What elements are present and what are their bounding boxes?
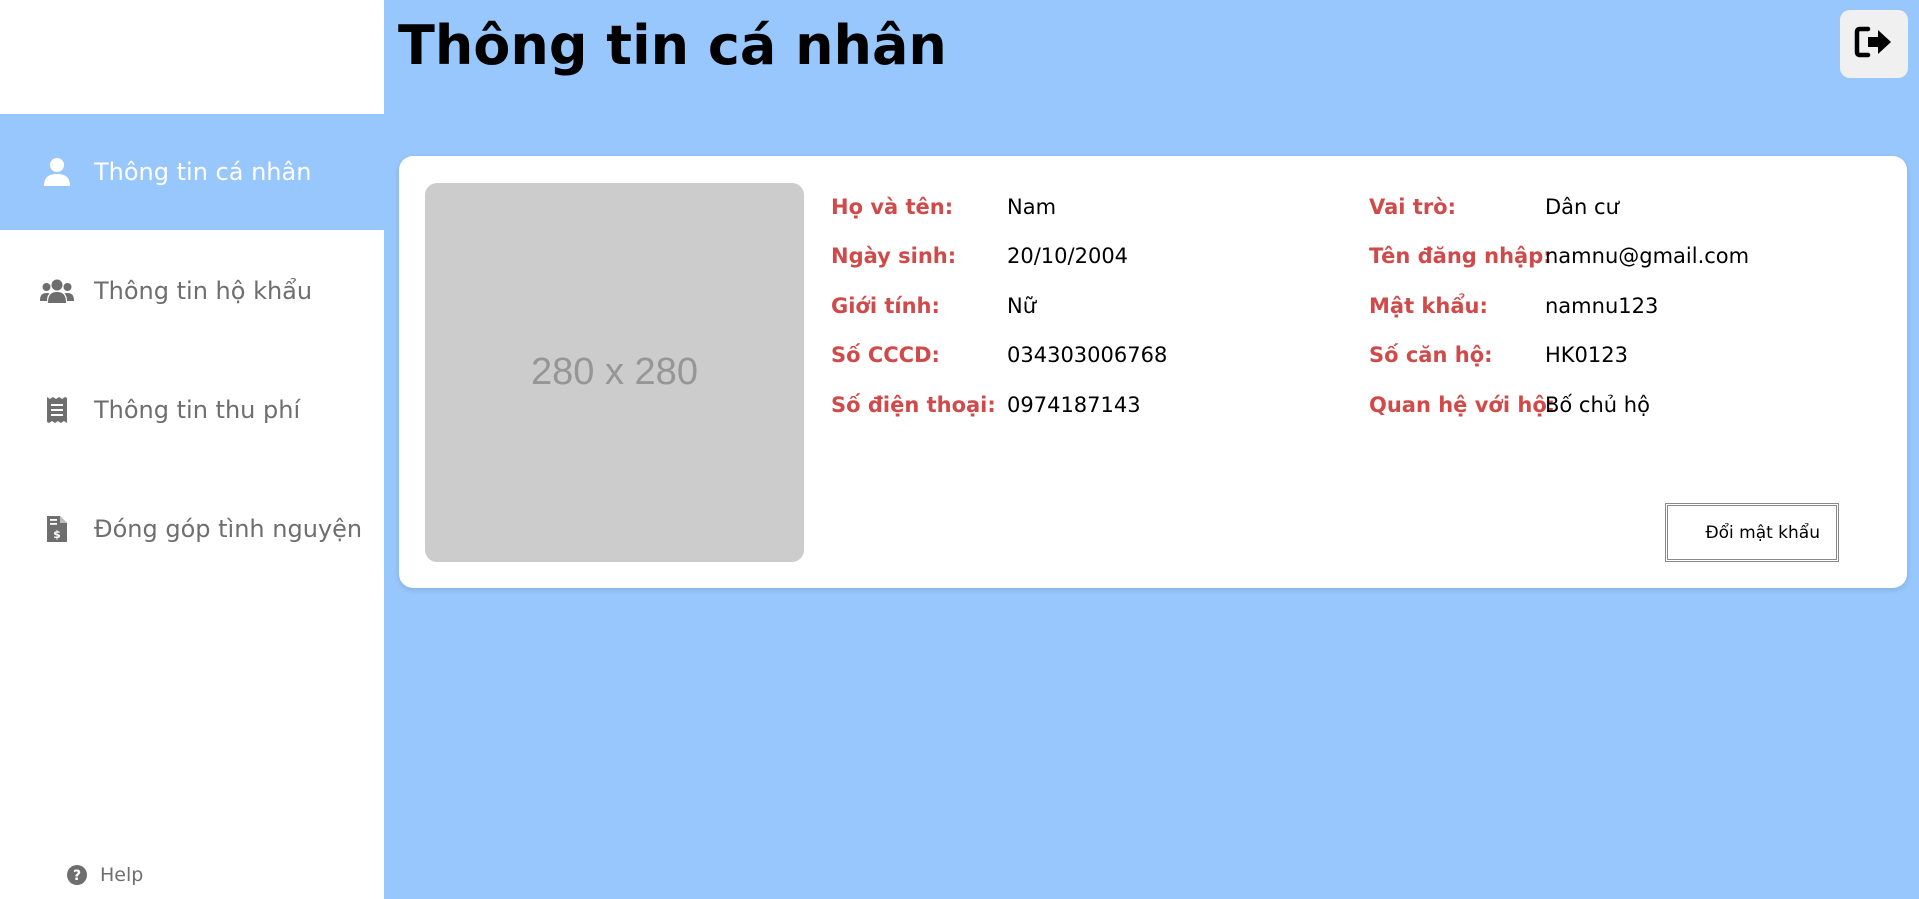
- field-value: namnu123: [1545, 293, 1659, 318]
- field-label: Ngày sinh:: [831, 244, 957, 269]
- field-label: Số CCCD:: [831, 343, 940, 368]
- info-row-full-name: Họ và tên: Nam: [831, 182, 1167, 232]
- info-row-phone: Số điện thoại: 0974187143: [831, 380, 1167, 430]
- info-row-username: Tên đăng nhập: namnu@gmail.com: [1369, 232, 1749, 282]
- logout-button[interactable]: [1840, 10, 1908, 78]
- field-label: Tên đăng nhập:: [1369, 244, 1552, 269]
- svg-text:?: ?: [73, 868, 81, 884]
- receipt-icon: [40, 393, 74, 427]
- field-value: 20/10/2004: [1007, 244, 1129, 269]
- sidebar-item-label: Đóng góp tình nguyện: [94, 515, 363, 543]
- field-value: Nữ: [1007, 293, 1037, 318]
- page-title: Thông tin cá nhân: [398, 14, 947, 77]
- field-label: Vai trò:: [1369, 194, 1457, 219]
- avatar-placeholder: 280 x 280: [425, 183, 804, 562]
- profile-card: 280 x 280 Họ và tên: Nam Ngày sinh: 20/1…: [399, 156, 1907, 588]
- sidebar-item-voluntary-contribution[interactable]: $ Đóng góp tình nguyện: [0, 471, 384, 587]
- field-value: Bố chủ hộ: [1545, 392, 1650, 417]
- svg-text:$: $: [53, 528, 61, 541]
- info-row-password: Mật khẩu: namnu123: [1369, 281, 1749, 331]
- help-link[interactable]: ? Help: [66, 864, 143, 886]
- info-row-id-number: Số CCCD: 034303006768: [831, 331, 1167, 381]
- user-icon: [40, 155, 74, 189]
- field-value: 034303006768: [1007, 343, 1168, 368]
- field-label: Số căn hộ:: [1369, 343, 1493, 368]
- field-label: Họ và tên:: [831, 194, 954, 219]
- info-row-household-relation: Quan hệ với hộ: Bố chủ hộ: [1369, 380, 1749, 430]
- sidebar-item-household-info[interactable]: Thông tin hộ khẩu: [0, 233, 384, 349]
- help-label: Help: [100, 864, 144, 886]
- sidebar-item-personal-info[interactable]: Thông tin cá nhân: [0, 114, 384, 230]
- info-row-apartment: Số căn hộ: HK0123: [1369, 331, 1749, 381]
- sidebar-item-label: Thông tin cá nhân: [94, 158, 312, 186]
- field-value: Dân cư: [1545, 194, 1619, 219]
- question-circle-icon: ?: [66, 864, 88, 886]
- sidebar-nav: Thông tin cá nhân Thông tin hộ khẩu Thôn…: [0, 114, 384, 590]
- field-label: Giới tính:: [831, 293, 940, 318]
- profile-info-right: Vai trò: Dân cư Tên đăng nhập: namnu@gma…: [1369, 182, 1749, 430]
- info-row-gender: Giới tính: Nữ: [831, 281, 1167, 331]
- sidebar-item-label: Thông tin thu phí: [94, 396, 301, 424]
- field-value: Nam: [1007, 194, 1057, 219]
- info-row-birth-date: Ngày sinh: 20/10/2004: [831, 232, 1167, 282]
- change-password-button[interactable]: Đổi mật khẩu: [1665, 503, 1839, 562]
- sidebar: Thông tin cá nhân Thông tin hộ khẩu Thôn…: [0, 0, 384, 899]
- field-value: HK0123: [1545, 343, 1629, 368]
- field-value: namnu@gmail.com: [1545, 244, 1750, 269]
- field-label: Quan hệ với hộ:: [1369, 392, 1556, 417]
- profile-info-left: Họ và tên: Nam Ngày sinh: 20/10/2004 Giớ…: [831, 182, 1167, 430]
- sidebar-item-label: Thông tin hộ khẩu: [94, 277, 313, 305]
- field-value: 0974187143: [1007, 392, 1141, 417]
- field-label: Số điện thoại:: [831, 392, 996, 417]
- sidebar-item-fee-info[interactable]: Thông tin thu phí: [0, 352, 384, 468]
- sign-out-icon: [1854, 25, 1894, 63]
- users-icon: [40, 274, 74, 308]
- info-row-role: Vai trò: Dân cư: [1369, 182, 1749, 232]
- avatar-placeholder-text: 280 x 280: [531, 351, 698, 393]
- invoice-dollar-icon: $: [40, 512, 74, 546]
- field-label: Mật khẩu:: [1369, 293, 1488, 318]
